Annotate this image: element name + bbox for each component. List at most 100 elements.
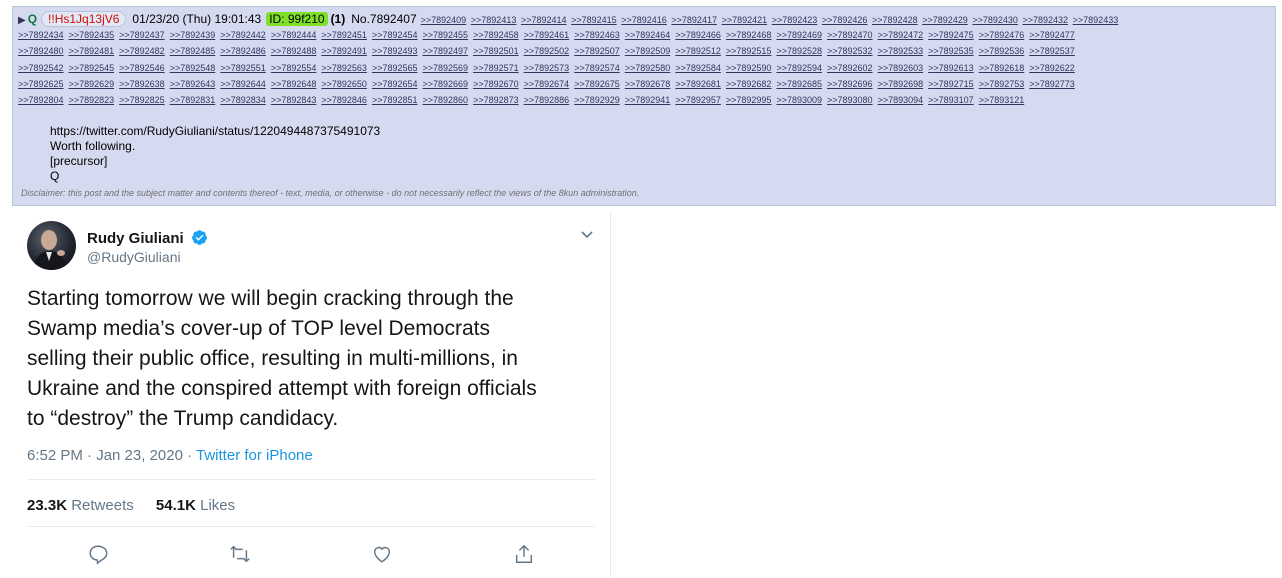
post-link[interactable]: https://twitter.com/RudyGiuliani/status/… xyxy=(50,124,1269,139)
reply-link[interactable]: >>7892481 xyxy=(69,46,115,56)
display-name[interactable]: Rudy Giuliani xyxy=(87,230,184,247)
reply-link[interactable]: >>7892428 xyxy=(872,15,918,25)
reply-link[interactable]: >>7892475 xyxy=(928,30,974,40)
reply-link[interactable]: >>7892554 xyxy=(271,63,317,73)
reply-link[interactable]: >>7892451 xyxy=(321,30,367,40)
reply-link[interactable]: >>7892545 xyxy=(69,63,115,73)
reply-link[interactable]: >>7892580 xyxy=(625,63,671,73)
reply-link[interactable]: >>7892860 xyxy=(423,95,469,105)
reply-link[interactable]: >>7892463 xyxy=(574,30,620,40)
reply-link[interactable]: >>7892414 xyxy=(521,15,567,25)
reply-link[interactable]: >>7892674 xyxy=(524,79,570,89)
like-icon[interactable] xyxy=(371,543,393,565)
reply-link[interactable]: >>7893107 xyxy=(928,95,974,105)
reply-link[interactable]: >>7892430 xyxy=(972,15,1018,25)
reply-link[interactable]: >>7892458 xyxy=(473,30,519,40)
reply-link[interactable]: >>7892886 xyxy=(524,95,570,105)
reply-link[interactable]: >>7892648 xyxy=(271,79,317,89)
tweet-source-link[interactable]: Twitter for iPhone xyxy=(196,447,313,464)
reply-link[interactable]: >>7892603 xyxy=(878,63,924,73)
reply-link[interactable]: >>7892638 xyxy=(119,79,165,89)
reply-link[interactable]: >>7892461 xyxy=(524,30,570,40)
reply-link[interactable]: >>7892421 xyxy=(722,15,768,25)
reply-link[interactable]: >>7892433 xyxy=(1073,15,1119,25)
post-menu-arrow-icon[interactable]: ▶ xyxy=(18,15,26,26)
reply-link[interactable]: >>7892542 xyxy=(18,63,64,73)
reply-link[interactable]: >>7892416 xyxy=(621,15,667,25)
reply-link[interactable]: >>7892590 xyxy=(726,63,772,73)
reply-link[interactable]: >>7892464 xyxy=(625,30,671,40)
reply-link[interactable]: >>7892507 xyxy=(574,46,620,56)
reply-link[interactable]: >>7892439 xyxy=(170,30,216,40)
reply-link[interactable]: >>7892415 xyxy=(571,15,617,25)
reply-link[interactable]: >>7892476 xyxy=(979,30,1025,40)
share-icon[interactable] xyxy=(513,543,535,565)
reply-link[interactable]: >>7892515 xyxy=(726,46,772,56)
reply-link[interactable]: >>7892546 xyxy=(119,63,165,73)
reply-link[interactable]: >>7893080 xyxy=(827,95,873,105)
reply-link[interactable]: >>7892625 xyxy=(18,79,64,89)
retweet-icon[interactable] xyxy=(229,543,251,565)
reply-link[interactable]: >>7893009 xyxy=(776,95,822,105)
reply-link[interactable]: >>7892548 xyxy=(170,63,216,73)
reply-link[interactable]: >>7892613 xyxy=(928,63,974,73)
reply-link[interactable]: >>7892644 xyxy=(220,79,266,89)
likes-stat[interactable]: 54.1K Likes xyxy=(156,497,235,514)
reply-link[interactable]: >>7892823 xyxy=(69,95,115,105)
reply-link[interactable]: >>7892426 xyxy=(822,15,868,25)
tweet-author[interactable]: Rudy Giuliani xyxy=(87,229,208,247)
reply-link[interactable]: >>7892873 xyxy=(473,95,519,105)
reply-link[interactable]: >>7892485 xyxy=(170,46,216,56)
avatar[interactable] xyxy=(27,221,76,270)
reply-link[interactable]: >>7892941 xyxy=(625,95,671,105)
reply-link[interactable]: >>7892643 xyxy=(170,79,216,89)
reply-link[interactable]: >>7892444 xyxy=(271,30,317,40)
reply-link[interactable]: >>7892469 xyxy=(776,30,822,40)
reply-link[interactable]: >>7892696 xyxy=(827,79,873,89)
reply-link[interactable]: >>7892602 xyxy=(827,63,873,73)
reply-link[interactable]: >>7892670 xyxy=(473,79,519,89)
reply-link[interactable]: >>7892501 xyxy=(473,46,519,56)
reply-link[interactable]: >>7892502 xyxy=(524,46,570,56)
reply-link[interactable]: >>7892569 xyxy=(423,63,469,73)
reply-link[interactable]: >>7892472 xyxy=(878,30,924,40)
reply-link[interactable]: >>7892429 xyxy=(922,15,968,25)
reply-link[interactable]: >>7892843 xyxy=(271,95,317,105)
poster-id[interactable]: ID: 99f210 xyxy=(266,12,328,26)
reply-link[interactable]: >>7892654 xyxy=(372,79,418,89)
reply-link[interactable]: >>7892537 xyxy=(1029,46,1075,56)
reply-link[interactable]: >>7892565 xyxy=(372,63,418,73)
reply-link[interactable]: >>7892574 xyxy=(574,63,620,73)
reply-link[interactable]: >>7892409 xyxy=(421,15,467,25)
tweet-handle[interactable]: @RudyGiuliani xyxy=(87,249,181,265)
reply-link[interactable]: >>7892437 xyxy=(119,30,165,40)
reply-link[interactable]: >>7892929 xyxy=(574,95,620,105)
reply-link[interactable]: >>7892584 xyxy=(675,63,721,73)
reply-link[interactable]: >>7892477 xyxy=(1029,30,1075,40)
reply-link[interactable]: >>7892488 xyxy=(271,46,317,56)
reply-link[interactable]: >>7892698 xyxy=(878,79,924,89)
reply-link[interactable]: >>7892417 xyxy=(671,15,717,25)
reply-link[interactable]: >>7892650 xyxy=(321,79,367,89)
reply-link[interactable]: >>7893121 xyxy=(979,95,1025,105)
reply-link[interactable]: >>7892804 xyxy=(18,95,64,105)
post-number[interactable]: No.7892407 xyxy=(351,12,416,26)
reply-link[interactable]: >>7892753 xyxy=(979,79,1025,89)
reply-link[interactable]: >>7892995 xyxy=(726,95,772,105)
reply-link[interactable]: >>7892715 xyxy=(928,79,974,89)
reply-link[interactable]: >>7892482 xyxy=(119,46,165,56)
reply-link[interactable]: >>7892434 xyxy=(18,30,64,40)
reply-link[interactable]: >>7892528 xyxy=(776,46,822,56)
reply-link[interactable]: >>7892455 xyxy=(423,30,469,40)
reply-link[interactable]: >>7892675 xyxy=(574,79,620,89)
reply-link[interactable]: >>7892486 xyxy=(220,46,266,56)
reply-link[interactable]: >>7892442 xyxy=(220,30,266,40)
reply-link[interactable]: >>7892681 xyxy=(675,79,721,89)
reply-link[interactable]: >>7892470 xyxy=(827,30,873,40)
reply-link[interactable]: >>7892846 xyxy=(321,95,367,105)
chevron-down-icon[interactable] xyxy=(580,227,594,246)
reply-link[interactable]: >>7892678 xyxy=(625,79,671,89)
reply-link[interactable]: >>7892491 xyxy=(321,46,367,56)
reply-link[interactable]: >>7892957 xyxy=(675,95,721,105)
reply-link[interactable]: >>7892851 xyxy=(372,95,418,105)
